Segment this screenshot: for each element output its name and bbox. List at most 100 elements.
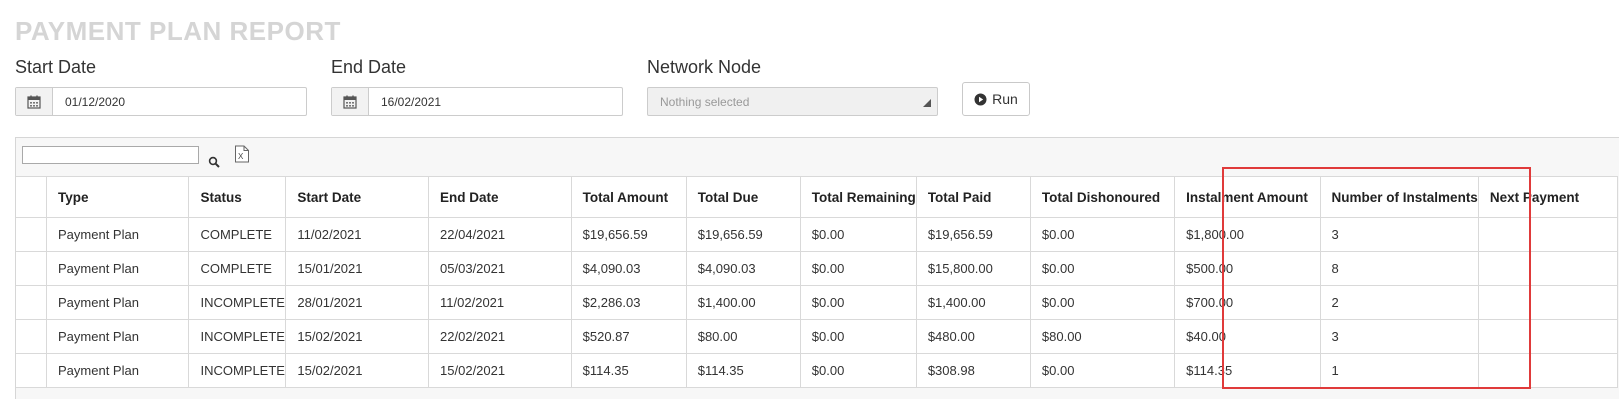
table-cell: INCOMPLETE (188, 319, 287, 354)
table-cell: $700.00 (1174, 285, 1321, 320)
table-cell: $520.87 (570, 319, 687, 354)
table-cell (16, 319, 48, 354)
table-row[interactable]: Payment Plan INCOMPLETE 15/02/2021 15/02/20… (16, 353, 1619, 388)
table-cell: $114.35 (570, 353, 687, 388)
table-cell: INCOMPLETE (188, 353, 287, 388)
table-cell: $0.00 (1029, 217, 1176, 252)
column-header-total-remaining[interactable]: Total Remaining (799, 176, 917, 218)
table-cell: $308.98 (915, 353, 1031, 388)
table-header-row: Type Status Start Date End Date Total Am… (16, 176, 1619, 218)
table-cell (1477, 217, 1619, 252)
table-cell: 8 (1319, 251, 1479, 286)
column-header-total-dishonoured[interactable]: Total Dishonoured (1029, 176, 1176, 218)
grid-toolbar: X (16, 138, 1619, 176)
table-cell: $1,400.00 (915, 285, 1031, 320)
table-cell: $80.00 (1029, 319, 1176, 354)
column-header-total-paid[interactable]: Total Paid (915, 176, 1031, 218)
table-cell (1477, 319, 1619, 354)
table-cell: $114.35 (685, 353, 801, 388)
table-cell (16, 251, 48, 286)
network-node-label: Network Node (647, 57, 762, 77)
column-header-instalment-amount[interactable]: Instalment Amount (1174, 176, 1321, 218)
svg-text:X: X (238, 152, 244, 161)
table-cell: 11/02/2021 (285, 217, 430, 252)
table-cell: 15/01/2021 (285, 251, 430, 286)
column-header-next-payment[interactable]: Next Payment (1477, 176, 1619, 218)
table-cell: $15,800.00 (915, 251, 1031, 286)
column-header[interactable] (16, 176, 48, 218)
table-cell: 3 (1319, 319, 1479, 354)
table-cell: 11/02/2021 (428, 285, 572, 320)
table-cell: 28/01/2021 (285, 285, 430, 320)
table-cell: 05/03/2021 (428, 251, 572, 286)
start-date-input[interactable] (53, 88, 306, 115)
table-cell: 15/02/2021 (285, 353, 430, 388)
column-header-total-amount[interactable]: Total Amount (570, 176, 687, 218)
table-cell: $114.35 (1174, 353, 1321, 388)
grid-search-input[interactable] (22, 146, 199, 164)
table-row[interactable]: Payment Plan COMPLETE 11/02/2021 22/04/2021… (16, 217, 1619, 252)
start-date-label: Start Date (15, 57, 97, 77)
column-header-total-due[interactable]: Total Due (685, 176, 801, 218)
calendar-icon[interactable] (332, 88, 369, 115)
table-cell: Payment Plan (46, 217, 190, 252)
payment-plan-table: Type Status Start Date End Date Total Am… (16, 176, 1619, 388)
table-cell (1477, 353, 1619, 388)
table-cell: 2 (1319, 285, 1479, 320)
table-cell: $1,800.00 (1174, 217, 1321, 252)
table-cell (1477, 251, 1619, 286)
table-cell: $4,090.03 (685, 251, 801, 286)
table-cell: COMPLETE (188, 217, 287, 252)
report-grid: X Type Status Start Date End Date Total … (15, 137, 1619, 399)
table-cell: $0.00 (799, 319, 917, 354)
table-cell: $0.00 (799, 217, 917, 252)
table-row[interactable]: Payment Plan COMPLETE 15/01/2021 05/03/2021… (16, 251, 1619, 286)
table-cell: $19,656.59 (915, 217, 1031, 252)
table-cell: $480.00 (915, 319, 1031, 354)
table-cell: 3 (1319, 217, 1479, 252)
calendar-icon[interactable] (16, 88, 53, 115)
table-cell: COMPLETE (188, 251, 287, 286)
table-cell: $0.00 (799, 285, 917, 320)
table-cell: Payment Plan (46, 319, 190, 354)
end-date-input[interactable] (369, 88, 622, 115)
excel-export-icon[interactable]: X (234, 145, 250, 163)
dropdown-caret-icon (923, 99, 931, 107)
table-cell: $0.00 (799, 353, 917, 388)
table-cell: $500.00 (1174, 251, 1321, 286)
end-date-field[interactable] (331, 87, 623, 116)
table-cell (16, 285, 48, 320)
table-cell: Payment Plan (46, 285, 190, 320)
table-cell: $80.00 (685, 319, 801, 354)
table-cell: INCOMPLETE (188, 285, 287, 320)
run-button[interactable]: Run (962, 82, 1030, 116)
column-header-type[interactable]: Type (46, 176, 190, 218)
page-title: PAYMENT PLAN REPORT (15, 16, 341, 46)
table-cell: 15/02/2021 (285, 319, 430, 354)
table-cell: $0.00 (799, 251, 917, 286)
table-cell: Payment Plan (46, 353, 190, 388)
table-cell: $0.00 (1029, 353, 1176, 388)
table-cell: 15/02/2021 (428, 353, 572, 388)
network-node-select[interactable]: Nothing selected (647, 87, 938, 116)
network-node-placeholder: Nothing selected (660, 94, 750, 109)
start-date-field[interactable] (15, 87, 307, 116)
table-cell: $0.00 (1029, 285, 1176, 320)
table-cell: $4,090.03 (570, 251, 687, 286)
column-header-end-date[interactable]: End Date (428, 176, 572, 218)
table-cell: Payment Plan (46, 251, 190, 286)
table-row[interactable]: Payment Plan INCOMPLETE 15/02/2021 22/02/20… (16, 319, 1619, 354)
column-header-start-date[interactable]: Start Date (285, 176, 430, 218)
table-cell: 1 (1319, 353, 1479, 388)
table-cell (16, 353, 48, 388)
table-cell: $19,656.59 (570, 217, 687, 252)
column-header-status[interactable]: Status (188, 176, 287, 218)
table-cell: $2,286.03 (570, 285, 687, 320)
run-button-label: Run (992, 91, 1018, 107)
table-row[interactable]: Payment Plan INCOMPLETE 28/01/2021 11/02/20… (16, 285, 1619, 320)
play-circle-icon (974, 93, 987, 105)
column-header-number-of-instalments[interactable]: Number of Instalments (1319, 176, 1479, 218)
table-cell (1477, 285, 1619, 320)
end-date-label: End Date (331, 57, 407, 77)
search-icon[interactable] (208, 156, 222, 170)
